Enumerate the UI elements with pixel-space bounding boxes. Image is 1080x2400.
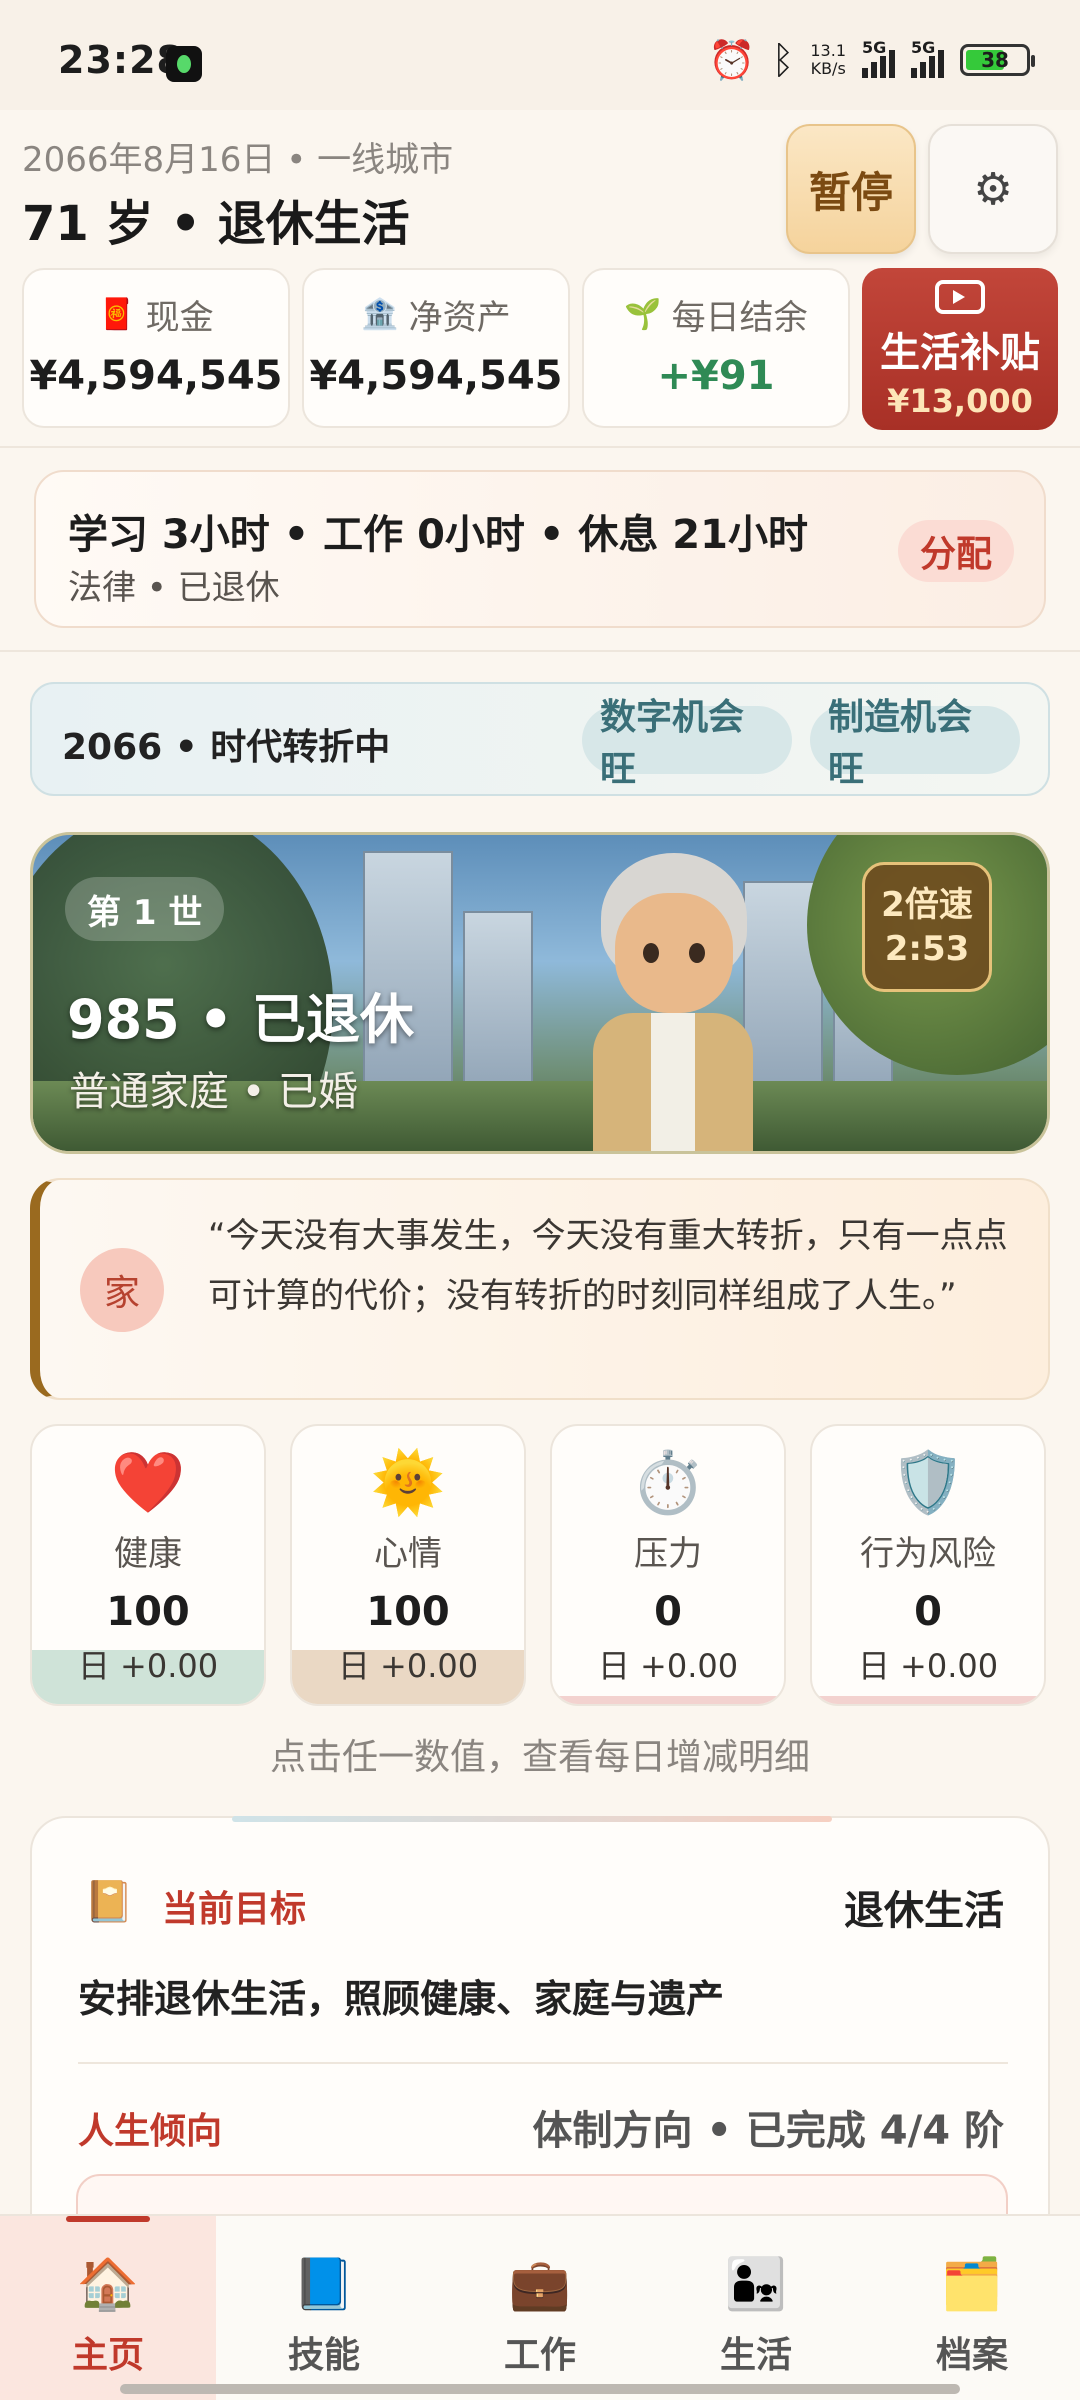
red-envelope-icon: 🧧 bbox=[98, 297, 136, 332]
nav-archive[interactable]: 🗂️ 档案 bbox=[864, 2216, 1080, 2400]
era-title: 2066 • 时代转折中 bbox=[62, 727, 391, 768]
nav-work[interactable]: 💼 工作 bbox=[432, 2216, 648, 2400]
metric-behavior-risk[interactable]: 🛡️ 行为风险 0 日 +0.00 bbox=[810, 1424, 1046, 1706]
era-banner: 2066 • 时代转折中 数字机会旺 制造机会旺 bbox=[30, 682, 1050, 796]
quote-text: “今天没有大事发生，今天没有重大转折，只有一点点可计算的代价；没有转折的时刻同样… bbox=[208, 1216, 1008, 1316]
hero-title: 985 • 已退休 bbox=[67, 988, 414, 1051]
goal-value: 退休生活 bbox=[844, 1888, 1004, 1934]
age-stage-title: 71 岁 • 退休生活 bbox=[22, 196, 410, 252]
era-chip-manufacturing[interactable]: 制造机会旺 bbox=[810, 697, 1020, 790]
metrics-hint: 点击任一数值，查看每日增减明细 bbox=[269, 1737, 810, 1778]
assign-button[interactable]: 分配 bbox=[898, 520, 1014, 582]
event-quote-card: 家 “今天没有大事发生，今天没有重大转折，只有一点点可计算的代价；没有转折的时刻… bbox=[30, 1178, 1050, 1400]
heart-icon: ❤️ bbox=[110, 1448, 186, 1518]
cash-card[interactable]: 🧧 现金 ¥4,594,545 bbox=[22, 268, 290, 428]
elderly-character-illustration bbox=[573, 853, 773, 1151]
status-bar: 23:28 ⏰ ᛒ 13.1 KB/s 5G 5G 38 bbox=[0, 0, 1080, 110]
signal-sim2-icon: 5G bbox=[911, 38, 944, 78]
living-subsidy-button[interactable]: 生活补贴 ¥13,000 bbox=[862, 268, 1058, 430]
video-icon bbox=[935, 280, 985, 314]
divider bbox=[0, 650, 1080, 652]
briefcase-icon: 💼 bbox=[508, 2255, 572, 2313]
divider bbox=[0, 446, 1080, 448]
pause-button[interactable]: 暂停 bbox=[786, 124, 916, 254]
schedule-hours: 学习 3小时 • 工作 0小时 • 休息 21小时 bbox=[68, 512, 808, 558]
schedule-status: 法律 • 已退休 bbox=[68, 568, 280, 608]
skill-book-icon: 📘 bbox=[292, 2255, 356, 2313]
gesture-bar[interactable] bbox=[120, 2384, 960, 2394]
archive-icon: 🗂️ bbox=[940, 2255, 1004, 2313]
family-icon: 👨‍👧 bbox=[724, 2255, 788, 2313]
sun-icon: 🌞 bbox=[370, 1448, 446, 1518]
date-city: 2066年8月16日 • 一线城市 bbox=[22, 140, 454, 180]
nav-home[interactable]: 🏠 主页 bbox=[0, 2216, 216, 2400]
schedule-card[interactable]: 学习 3小时 • 工作 0小时 • 休息 21小时 法律 • 已退休 分配 bbox=[34, 470, 1046, 628]
battery-icon: 38 bbox=[960, 44, 1035, 76]
building-icon: 🏦 bbox=[361, 297, 399, 332]
warning-shield-icon: 🛡️ bbox=[890, 1448, 966, 1518]
era-chip-digital[interactable]: 数字机会旺 bbox=[582, 697, 792, 790]
stopwatch-icon: ⏱️ bbox=[630, 1448, 706, 1518]
net-assets-card[interactable]: 🏦 净资产 ¥4,594,545 bbox=[302, 268, 570, 428]
subsidy-amount: ¥13,000 bbox=[887, 382, 1033, 420]
settings-button[interactable]: ⚙ bbox=[928, 124, 1058, 254]
target-notebook-icon: 📔 bbox=[84, 1879, 134, 1925]
bluetooth-icon: ᛒ bbox=[771, 38, 795, 82]
metric-mood[interactable]: 🌞 心情 100 日 +0.00 bbox=[290, 1424, 526, 1706]
daily-balance-value: +¥91 bbox=[657, 353, 775, 399]
signal-sim1-icon: 5G bbox=[862, 38, 895, 78]
net-assets-value: ¥4,594,545 bbox=[309, 353, 563, 399]
alarm-icon: ⏰ bbox=[708, 38, 756, 82]
sprout-icon: 🌱 bbox=[624, 297, 662, 332]
hero-subtitle: 普通家庭 • 已婚 bbox=[69, 1069, 359, 1115]
metric-health[interactable]: ❤️ 健康 100 日 +0.00 bbox=[30, 1424, 266, 1706]
speed-toggle-button[interactable]: 2倍速 2:53 bbox=[862, 862, 992, 992]
gear-icon: ⚙ bbox=[973, 163, 1013, 215]
metric-stress[interactable]: ⏱️ 压力 0 日 +0.00 bbox=[550, 1424, 786, 1706]
net-speed: 13.1 KB/s bbox=[810, 41, 846, 78]
status-icons: ⏰ ᛒ 13.1 KB/s 5G 5G 38 bbox=[708, 38, 1035, 82]
tendency-value: 体制方向 • 已完成 4/4 阶 bbox=[532, 2108, 1004, 2154]
metric-level-bar bbox=[812, 1696, 1044, 1704]
home-icon: 🏠 bbox=[76, 2255, 140, 2313]
goal-label: 当前目标 bbox=[162, 1889, 307, 1930]
generation-badge: 第 1 世 bbox=[65, 877, 225, 941]
metric-level-bar bbox=[552, 1696, 784, 1704]
nav-life[interactable]: 👨‍👧 生活 bbox=[648, 2216, 864, 2400]
home-badge-icon: 家 bbox=[80, 1248, 164, 1332]
divider bbox=[78, 2062, 1008, 2064]
cash-value: ¥4,594,545 bbox=[29, 353, 283, 399]
goal-description: 安排退休生活，照顾健康、家庭与遗产 bbox=[78, 1977, 725, 2021]
daily-balance-card[interactable]: 🌱 每日结余 +¥91 bbox=[582, 268, 850, 428]
music-app-icon bbox=[166, 46, 202, 82]
nav-skills[interactable]: 📘 技能 bbox=[216, 2216, 432, 2400]
accent-line bbox=[232, 1816, 832, 1822]
bottom-nav: 🏠 主页 📘 技能 💼 工作 👨‍👧 生活 🗂️ 档案 bbox=[0, 2214, 1080, 2400]
subsidy-label: 生活补贴 bbox=[880, 330, 1040, 376]
tendency-label: 人生倾向 bbox=[78, 2111, 223, 2152]
